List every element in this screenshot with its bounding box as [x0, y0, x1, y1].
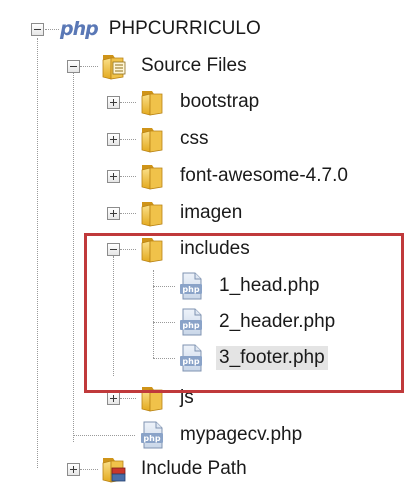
expand-toggle-js[interactable] — [107, 392, 120, 405]
php-file-icon — [176, 271, 206, 301]
tree-node-include-path[interactable]: Include Path — [98, 454, 250, 484]
tree-line — [37, 38, 38, 468]
php-project-icon: php — [60, 18, 99, 40]
file-label-mypagecv: mypagecv.php — [180, 424, 303, 445]
tree-line — [153, 286, 175, 287]
folder-label-font-awesome: font-awesome-4.7.0 — [180, 165, 348, 186]
tree-node-font-awesome[interactable]: font-awesome-4.7.0 — [137, 161, 351, 191]
folder-icon — [137, 124, 167, 154]
tree-line — [153, 322, 175, 323]
tree-node-js[interactable]: js — [137, 383, 197, 413]
tree-line — [120, 398, 136, 399]
file-label-head: 1_head.php — [219, 275, 320, 296]
tree-line — [80, 469, 98, 470]
expand-toggle-bootstrap[interactable] — [107, 96, 120, 109]
tree-line — [120, 213, 136, 214]
folder-label-js: js — [180, 387, 194, 408]
include-path-label: Include Path — [141, 458, 247, 479]
folder-label-imagen: imagen — [180, 202, 243, 223]
folder-label-includes: includes — [180, 238, 250, 259]
tree-node-imagen[interactable]: imagen — [137, 198, 245, 228]
tree-line — [120, 139, 136, 140]
tree-node-project[interactable]: php PHPCURRICULO — [60, 14, 264, 44]
expand-toggle-font-awesome[interactable] — [107, 170, 120, 183]
file-label-header: 2_header.php — [219, 311, 336, 332]
project-name: PHPCURRICULO — [108, 18, 261, 39]
tree-line — [153, 358, 175, 359]
tree-line — [153, 270, 154, 358]
tree-node-source-files[interactable]: Source Files — [98, 51, 250, 81]
expand-toggle-css[interactable] — [107, 133, 120, 146]
collapse-toggle-includes[interactable] — [107, 243, 120, 256]
php-file-icon — [176, 307, 206, 337]
php-file-icon — [176, 343, 206, 373]
folder-label-css: css — [180, 128, 209, 149]
folder-label-bootstrap: bootstrap — [180, 91, 260, 112]
project-tree: php PHPCURRICULO Source Files bootstrap … — [0, 0, 408, 486]
tree-line — [73, 72, 74, 442]
tree-line — [45, 29, 59, 30]
source-files-label: Source Files — [141, 55, 247, 76]
tree-line — [80, 66, 98, 67]
file-label-footer: 3_footer.php — [216, 346, 328, 370]
tree-line — [73, 435, 135, 436]
tree-line — [113, 256, 114, 376]
tree-line — [120, 102, 136, 103]
folder-icon — [137, 383, 167, 413]
tree-node-file-head[interactable]: 1_head.php — [176, 271, 322, 301]
collapse-toggle-source-files[interactable] — [67, 60, 80, 73]
tree-node-file-mypagecv[interactable]: mypagecv.php — [137, 420, 305, 450]
tree-node-css[interactable]: css — [137, 124, 212, 154]
folder-icon — [137, 234, 167, 264]
include-path-icon — [98, 454, 128, 484]
tree-node-file-header[interactable]: 2_header.php — [176, 307, 338, 337]
folder-icon — [137, 87, 167, 117]
folder-icon — [137, 161, 167, 191]
folder-icon — [137, 198, 167, 228]
collapse-toggle-project[interactable] — [31, 23, 44, 36]
tree-node-file-footer[interactable]: 3_footer.php — [176, 343, 328, 373]
php-file-icon — [137, 420, 167, 450]
expand-toggle-imagen[interactable] — [107, 207, 120, 220]
tree-line — [120, 176, 136, 177]
tree-line — [120, 249, 136, 250]
tree-node-includes[interactable]: includes — [137, 234, 253, 264]
tree-node-bootstrap[interactable]: bootstrap — [137, 87, 262, 117]
expand-toggle-include-path[interactable] — [67, 463, 80, 476]
source-folder-icon — [98, 51, 128, 81]
